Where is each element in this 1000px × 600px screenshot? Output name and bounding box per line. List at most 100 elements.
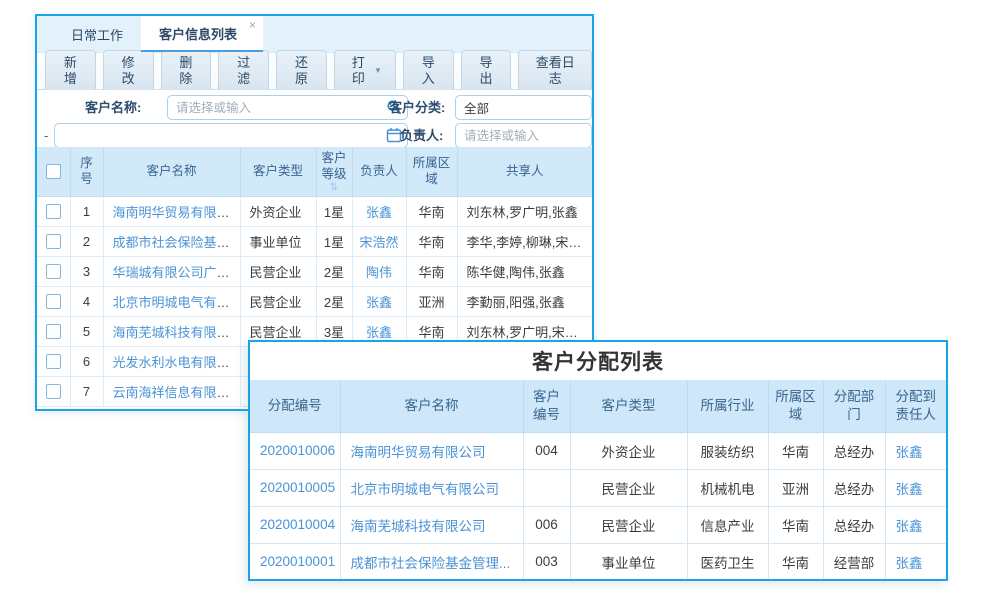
allocation-no-link[interactable]: 2020010006 [260,443,335,458]
cell-customer-no: 004 [523,432,570,469]
customer-name-field-wrap [167,95,408,120]
customer-name-link[interactable]: 海南芜城科技有限公司 [351,519,486,534]
owner-link[interactable]: 宋浩然 [359,235,398,250]
row-checkbox[interactable] [46,324,61,339]
row-checkbox[interactable] [46,264,61,279]
customer-name-link[interactable]: 成都市社会保险基金管理... [351,556,511,571]
cell-shared: 李勤丽,阳强,张鑫 [457,286,592,316]
cell-dept: 总经办 [823,432,885,469]
customer-name-link[interactable]: 海南明华贸易有限公司 [351,445,486,460]
customer-name-link[interactable]: 光发水利水电有限公司 [113,355,241,370]
cell-region: 华南 [406,256,457,286]
tab-daily-work[interactable]: 日常工作 [53,16,141,52]
assignee-link[interactable]: 张鑫 [896,445,923,460]
col-assignee: 分配到责任人 [885,380,946,432]
owner-field-wrap [455,123,592,148]
tab-customer-info-list[interactable]: 客户信息列表 × [141,16,263,52]
edit-button-label: 修改 [117,55,140,86]
cell-level: 2星 [316,286,352,316]
customer-name-link[interactable]: 北京市明城电气有限公司 [351,482,500,497]
delete-button[interactable]: 删除 [161,50,212,91]
row-checkbox[interactable] [46,384,61,399]
allocation-no-link[interactable]: 2020010004 [260,517,335,532]
cell-type: 事业单位 [240,226,316,256]
sort-icon[interactable]: ⇅ [321,183,348,193]
select-all-checkbox[interactable] [46,164,61,179]
customer-name-link[interactable]: 海南明华贸易有限公司 [113,205,241,220]
row-checkbox[interactable] [46,294,61,309]
customer-name-link[interactable]: 北京市明城电气有限公司 [113,295,241,310]
cell-industry: 服装纺织 [687,432,768,469]
owner-link[interactable]: 张鑫 [366,205,392,220]
cell-region: 华南 [406,226,457,256]
filter-area: 客户名称: 客户分类: - 负责人: [37,90,592,149]
print-button[interactable]: 打印 ▼ [334,50,396,91]
customer-name-link[interactable]: 华瑞城有限公司广告设计部 [113,265,241,280]
col-shared: 共享人 [457,147,592,196]
edit-button[interactable]: 修改 [103,50,154,91]
owner-link[interactable]: 陶伟 [366,265,392,280]
owner-link[interactable]: 张鑫 [366,295,392,310]
owner-label: 负责人: [400,123,443,148]
owner-input[interactable] [455,123,592,148]
cell-customer-type: 民营企业 [570,469,687,506]
customer-category-select[interactable] [455,95,592,120]
cell-type: 民营企业 [240,286,316,316]
print-button-label: 打印 [348,55,369,86]
assignee-link[interactable]: 张鑫 [896,519,923,534]
row-checkbox[interactable] [46,354,61,369]
export-button[interactable]: 导出 [461,50,512,91]
add-button[interactable]: 新增 [45,50,96,91]
table-row: 2020010005 北京市明城电气有限公司 民营企业 机械机电 亚洲 总经办 … [250,469,946,506]
cell-shared: 刘东林,罗广明,张鑫 [457,196,592,226]
customer-category-field-wrap [455,95,592,120]
assignee-link[interactable]: 张鑫 [896,556,923,571]
customer-name-input[interactable] [167,95,408,120]
cell-region: 亚洲 [768,469,823,506]
cell-level: 1星 [316,196,352,226]
customer-name-link[interactable]: 云南海祥信息有限公司 [113,385,241,400]
customer-category-label: 客户分类: [389,95,445,120]
cell-customer-no [523,469,570,506]
col-owner: 负责人 [352,147,406,196]
cell-dept: 经营部 [823,543,885,580]
assignee-link[interactable]: 张鑫 [896,482,923,497]
allocation-no-link[interactable]: 2020010001 [260,554,335,569]
owner-link[interactable]: 张鑫 [366,325,392,340]
date-field-wrap [54,123,408,148]
view-log-button-label: 查看日志 [532,55,578,86]
close-icon[interactable]: × [249,19,256,31]
date-input[interactable] [54,123,408,148]
cell-region: 亚洲 [406,286,457,316]
col-industry: 所属行业 [687,380,768,432]
cell-shared: 陈华健,陶伟,张鑫 [457,256,592,286]
row-checkbox[interactable] [46,204,61,219]
add-button-label: 新增 [59,55,82,86]
cell-dept: 总经办 [823,506,885,543]
cell-region: 华南 [406,196,457,226]
row-checkbox[interactable] [46,234,61,249]
import-button[interactable]: 导入 [403,50,454,91]
cell-dept: 总经办 [823,469,885,506]
col-customer-no: 客户编号 [523,380,570,432]
view-log-button[interactable]: 查看日志 [518,50,592,91]
cell-type: 民营企业 [240,256,316,286]
cell-no: 7 [70,376,103,406]
customer-name-link[interactable]: 海南芜城科技有限公司 [113,325,241,340]
chevron-down-icon: ▼ [374,66,382,76]
table-row: 2020010006 海南明华贸易有限公司 004 外资企业 服装纺织 华南 总… [250,432,946,469]
cell-region: 华南 [768,432,823,469]
filter-button[interactable]: 过滤 [218,50,269,91]
customer-table-header-row: 序号 客户名称 客户类型 客户等级 ⇅ 负责人 所属区域 共享人 [37,147,592,196]
customer-name-link[interactable]: 成都市社会保险基金管理... [113,235,241,250]
col-customer-level[interactable]: 客户等级 ⇅ [316,147,352,196]
cell-customer-no: 006 [523,506,570,543]
select-all-cell [37,147,70,196]
allocation-no-link[interactable]: 2020010005 [260,480,335,495]
col-region: 所属区域 [768,380,823,432]
export-button-label: 导出 [475,55,498,86]
restore-button[interactable]: 还原 [276,50,327,91]
cell-customer-type: 民营企业 [570,506,687,543]
cell-region: 华南 [768,506,823,543]
cell-region: 华南 [768,543,823,580]
